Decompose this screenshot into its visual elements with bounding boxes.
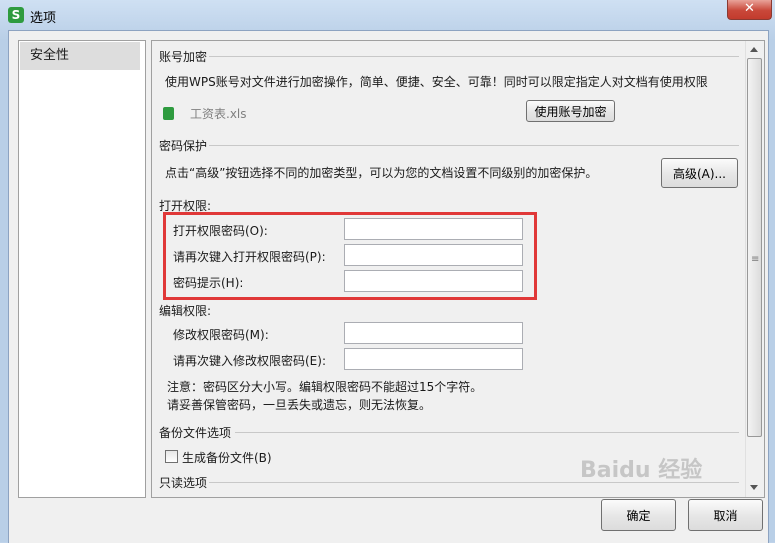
scroll-up-arrow-icon[interactable] xyxy=(750,47,758,52)
confirm-open-password-input[interactable] xyxy=(344,244,523,266)
note-line-2: 请妥善保管密码，一旦丢失或遗忘，则无法恢复。 xyxy=(167,398,432,412)
vertical-scrollbar[interactable]: ≡ xyxy=(745,41,763,497)
section-divider xyxy=(235,432,739,433)
wps-app-icon: S xyxy=(8,7,24,23)
backup-checkbox[interactable] xyxy=(165,450,178,463)
edit-permission-title: 编辑权限: xyxy=(159,304,212,318)
password-hint-label: 密码提示(H): xyxy=(173,276,244,290)
confirm-open-password-label: 请再次键入打开权限密码(P): xyxy=(173,250,326,264)
modify-password-input[interactable] xyxy=(344,322,523,344)
close-button[interactable]: ✕ xyxy=(727,0,772,20)
confirm-modify-password-input[interactable] xyxy=(344,348,523,370)
account-encrypt-description: 使用WPS账号对文件进行加密操作，简单、便捷、安全、可靠！同时可以限定指定人对文… xyxy=(165,75,708,89)
section-divider xyxy=(209,145,739,146)
backup-checkbox-label[interactable]: 生成备份文件(B) xyxy=(182,449,272,466)
section-divider xyxy=(209,56,739,57)
title-bar[interactable]: S 选项 ✕ xyxy=(0,0,775,30)
open-password-label: 打开权限密码(O): xyxy=(173,224,268,238)
security-panel: 账号加密 使用WPS账号对文件进行加密操作，简单、便捷、安全、可靠！同时可以限定… xyxy=(151,40,765,498)
dialog-window: S 选项 ✕ 安全性 账号加密 使用WPS账号对文件进行加密操作，简单、便捷、安… xyxy=(0,0,775,543)
password-protect-description: 点击“高级”按钮选择不同的加密类型，可以为您的文档设置不同级别的加密保护。 xyxy=(165,166,598,180)
open-password-input[interactable] xyxy=(344,218,523,240)
nav-item-security[interactable]: 安全性 xyxy=(20,42,140,70)
account-encrypt-title: 账号加密 xyxy=(159,50,208,64)
baidu-watermark: Baidu 经验 xyxy=(580,458,703,483)
file-name: 工资表.xls xyxy=(190,107,247,121)
password-protect-title: 密码保护 xyxy=(159,139,208,153)
password-hint-input[interactable] xyxy=(344,270,523,292)
note-line-1: 注意：密码区分大小写。编辑权限密码不能超过15个字符。 xyxy=(167,380,483,394)
category-list: 安全性 xyxy=(18,40,146,498)
window-title: 选项 xyxy=(30,11,57,26)
backup-options-title: 备份文件选项 xyxy=(159,426,232,440)
account-encrypt-button[interactable]: 使用账号加密 xyxy=(526,100,615,122)
scroll-thumb[interactable]: ≡ xyxy=(747,58,762,437)
readonly-options-title: 只读选项 xyxy=(159,476,208,490)
grip-icon: ≡ xyxy=(751,254,760,265)
confirm-modify-password-label: 请再次键入修改权限密码(E): xyxy=(173,354,326,368)
modify-password-label: 修改权限密码(M): xyxy=(173,328,269,342)
scroll-down-arrow-icon[interactable] xyxy=(750,485,758,490)
advanced-button[interactable]: 高级(A)... xyxy=(661,158,738,188)
cancel-button[interactable]: 取消 xyxy=(688,499,763,531)
spreadsheet-file-icon xyxy=(163,107,174,120)
ok-button[interactable]: 确定 xyxy=(601,499,676,531)
